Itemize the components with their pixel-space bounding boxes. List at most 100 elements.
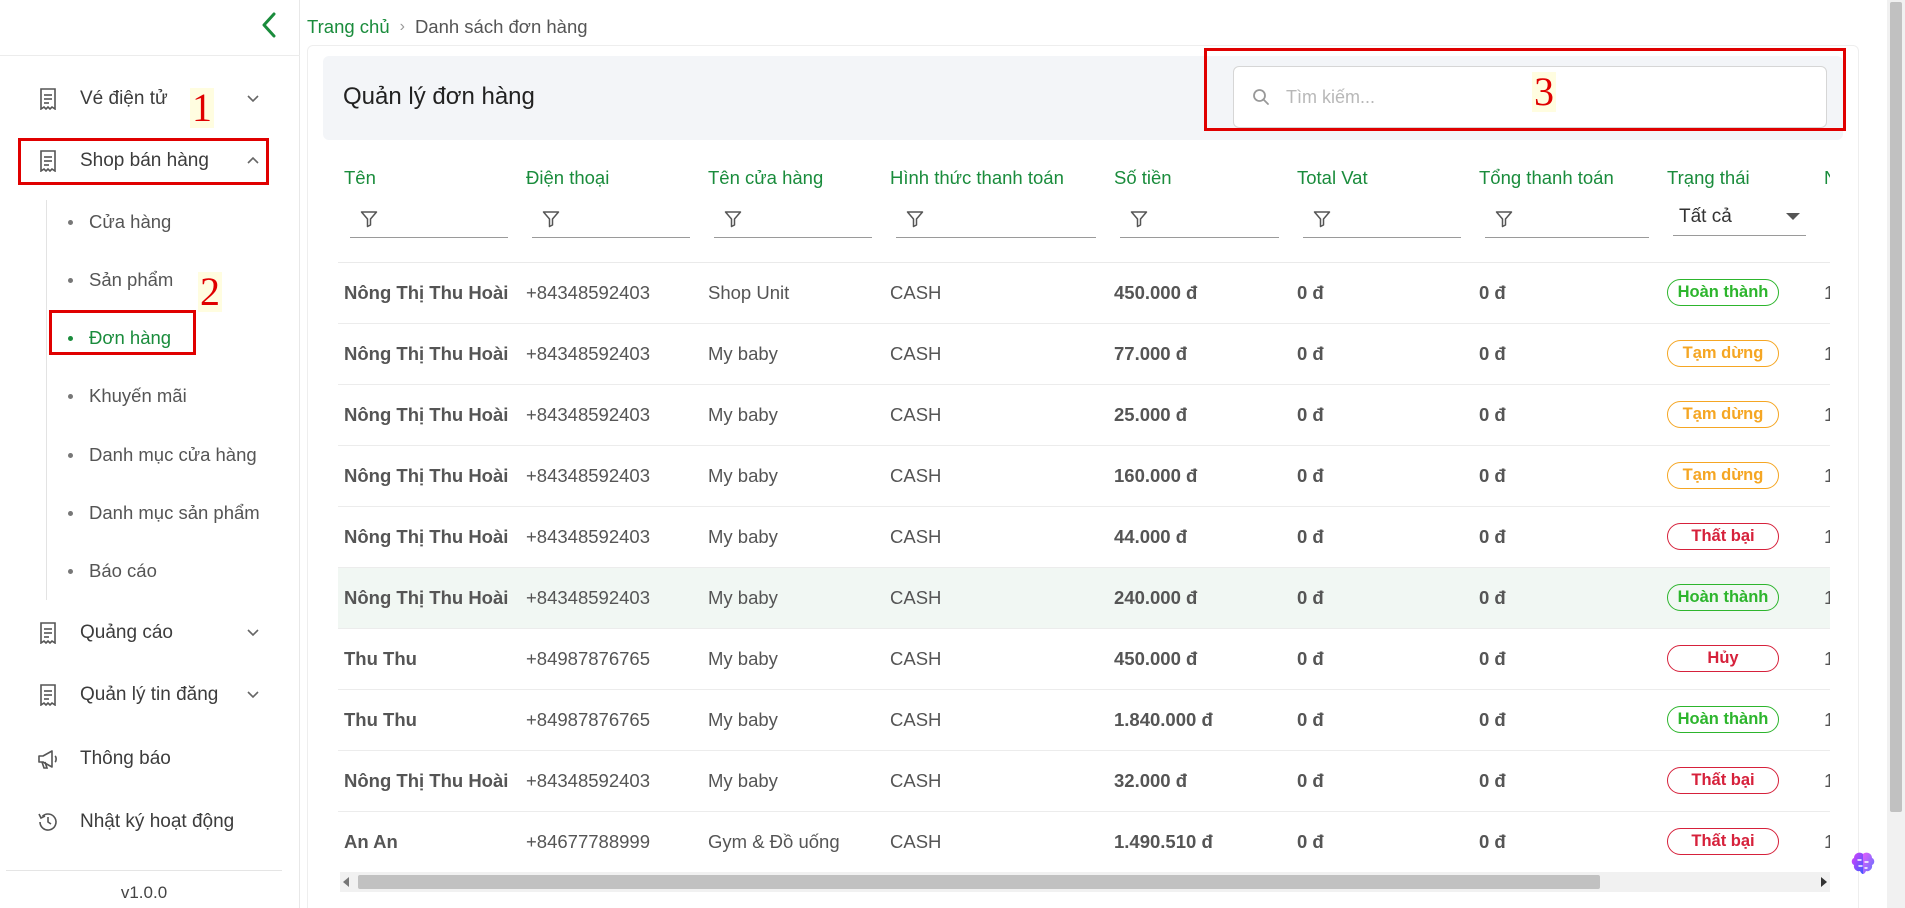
cell-customer-name[interactable]: Nông Thị Thu Hoài: [338, 506, 520, 568]
menu-item-shop-ban-hang[interactable]: Shop bán hàng: [20, 139, 270, 183]
app-version: v1.0.0: [120, 883, 168, 902]
menu-item-quan-ly-tin-dang[interactable]: Quản lý tin đăng: [20, 673, 270, 717]
column-header-name[interactable]: Tên: [338, 160, 520, 196]
table-row[interactable]: Nông Thị Thu Hoài +84348592403 My baby CASH…: [338, 506, 1830, 568]
status-badge: Hủy: [1667, 645, 1779, 672]
sidebar-collapse-button[interactable]: [254, 10, 284, 40]
table-row[interactable]: An An +84677788999 Gym & Đồ uống CASH 1.490.…: [338, 811, 1830, 870]
table-row[interactable]: Nông Thị Thu Hoài +84348592403 Shop Unit CA…: [338, 262, 1830, 324]
sidebar-divider: [0, 55, 300, 56]
cell-status: Hoàn thành: [1661, 262, 1818, 324]
cell-payment-method: CASH: [884, 262, 1108, 324]
submenu-label: Cửa hàng: [89, 211, 172, 232]
vertical-scrollbar[interactable]: [1887, 0, 1905, 908]
menu-item-quang-cao[interactable]: Quảng cáo: [20, 611, 270, 655]
submenu-item-danh-muc-cua-hang[interactable]: Danh mục cửa hàng: [62, 437, 272, 473]
column-header-amount[interactable]: Số tiền: [1108, 160, 1291, 196]
filter-icon: [542, 210, 560, 227]
submenu-item-danh-muc-san-pham[interactable]: Danh mục sản phẩm: [62, 495, 272, 531]
cell-customer-name[interactable]: Thu Thu: [338, 628, 520, 690]
filter-phone[interactable]: [532, 200, 690, 238]
cell-phone: +84348592403: [520, 750, 702, 812]
horizontal-scroll-thumb[interactable]: [358, 875, 1600, 889]
menu-item-label: Vé điện tử: [80, 88, 168, 109]
status-badge: Tạm dừng: [1667, 462, 1779, 489]
column-header-total[interactable]: Tổng thanh toán: [1473, 160, 1661, 196]
assistant-brain-button[interactable]: [1847, 848, 1879, 880]
table-row[interactable]: Nông Thị Thu Hoài +84348592403 My baby CASH…: [338, 445, 1830, 507]
search-input[interactable]: [1286, 86, 1766, 108]
menu-item-label: Thông báo: [80, 748, 171, 769]
column-header-store[interactable]: Tên cửa hàng: [702, 160, 884, 196]
menu-item-thong-bao[interactable]: Thông báo: [20, 737, 270, 781]
filter-name[interactable]: [350, 200, 508, 238]
menu-item-ve-dien-tu[interactable]: Vé điện tử: [20, 77, 270, 121]
vertical-scroll-thumb[interactable]: [1890, 2, 1902, 812]
table-row[interactable]: Nông Thị Thu Hoài +84348592403 My baby CASH…: [338, 384, 1830, 446]
bullet-dot: [68, 277, 73, 283]
cell-customer-name[interactable]: Nông Thị Thu Hoài: [338, 262, 520, 324]
cell-status: Hủy: [1661, 628, 1818, 690]
search-field[interactable]: [1233, 66, 1827, 128]
submenu-item-cua-hang[interactable]: Cửa hàng: [62, 204, 272, 240]
cell-truncated: 1: [1818, 750, 1830, 812]
cell-amount: 44.000 đ: [1108, 506, 1291, 568]
table-row[interactable]: Nông Thị Thu Hoài +84348592403 My baby CASH…: [338, 323, 1830, 385]
status-badge: Hoàn thành: [1667, 584, 1779, 611]
cell-payment-method: CASH: [884, 445, 1108, 507]
table-row[interactable]: Nông Thị Thu Hoài +84348592403 My baby CASH…: [338, 567, 1830, 629]
table-row[interactable]: Thu Thu +84987876765 My baby CASH 450.000 đ0…: [338, 628, 1830, 690]
cell-customer-name[interactable]: An An: [338, 811, 520, 870]
receipt-icon: [36, 621, 60, 645]
column-header-vat[interactable]: Total Vat: [1291, 160, 1473, 196]
cell-total-vat: 0 đ: [1291, 262, 1473, 324]
receipt-icon: [36, 87, 60, 111]
status-filter-value: Tất cả: [1679, 205, 1732, 227]
column-header-phone[interactable]: Điện thoại: [520, 160, 702, 196]
megaphone-icon: [36, 747, 60, 771]
table-row[interactable]: Nông Thị Thu Hoài +84348592403 My baby CASH…: [338, 750, 1830, 812]
submenu-item-san-pham[interactable]: Sản phẩm: [62, 262, 272, 298]
filter-vat[interactable]: [1303, 200, 1461, 238]
cell-total-payment: 0 đ: [1473, 628, 1661, 690]
submenu-label: Khuyến mãi: [89, 385, 187, 406]
cell-store-name: My baby: [702, 506, 884, 568]
filter-total[interactable]: [1485, 200, 1649, 238]
menu-item-label: Shop bán hàng: [80, 150, 209, 171]
cell-total-vat: 0 đ: [1291, 323, 1473, 385]
status-badge: Hoàn thành: [1667, 279, 1779, 306]
filter-payment[interactable]: [896, 200, 1096, 238]
cell-total-vat: 0 đ: [1291, 689, 1473, 751]
cell-phone: +84348592403: [520, 323, 702, 385]
column-header-payment[interactable]: Hình thức thanh toán: [884, 160, 1108, 196]
scroll-right-arrow-icon[interactable]: [1821, 877, 1827, 887]
caret-down-icon: [1786, 213, 1800, 220]
column-header-status[interactable]: Trạng thái: [1661, 160, 1818, 196]
cell-customer-name[interactable]: Thu Thu: [338, 689, 520, 751]
submenu-item-khuyen-mai[interactable]: Khuyến mãi: [62, 378, 272, 414]
cell-customer-name[interactable]: Nông Thị Thu Hoài: [338, 750, 520, 812]
cell-customer-name[interactable]: Nông Thị Thu Hoài: [338, 323, 520, 385]
cell-truncated: 1: [1818, 567, 1830, 629]
table-header-row: Tên Điện thoại Tên cửa hàng Hình thức th…: [338, 160, 1830, 196]
scroll-left-arrow-icon[interactable]: [343, 877, 349, 887]
breadcrumb-home-link[interactable]: Trang chủ: [307, 16, 390, 38]
cell-total-payment: 0 đ: [1473, 811, 1661, 870]
submenu-item-don-hang[interactable]: Đơn hàng: [62, 320, 272, 356]
cell-customer-name[interactable]: Nông Thị Thu Hoài: [338, 567, 520, 629]
cell-payment-method: CASH: [884, 384, 1108, 446]
table-row[interactable]: Thu Thu +84987876765 My baby CASH 1.840.000 …: [338, 689, 1830, 751]
menu-item-label: Quảng cáo: [80, 622, 173, 643]
submenu-item-bao-cao[interactable]: Báo cáo: [62, 553, 272, 589]
cell-customer-name[interactable]: Nông Thị Thu Hoài: [338, 445, 520, 507]
menu-item-nhat-ky-hoat-dong[interactable]: Nhật ký hoạt động: [20, 800, 270, 844]
column-header-truncated[interactable]: N: [1818, 160, 1830, 196]
status-filter-select[interactable]: Tất cả: [1673, 198, 1806, 236]
cell-total-vat: 0 đ: [1291, 628, 1473, 690]
cell-status: Thất bại: [1661, 750, 1818, 812]
filter-store[interactable]: [714, 200, 872, 238]
horizontal-scrollbar[interactable]: [340, 872, 1830, 892]
cell-phone: +84987876765: [520, 689, 702, 751]
cell-customer-name[interactable]: Nông Thị Thu Hoài: [338, 384, 520, 446]
filter-amount[interactable]: [1120, 200, 1279, 238]
